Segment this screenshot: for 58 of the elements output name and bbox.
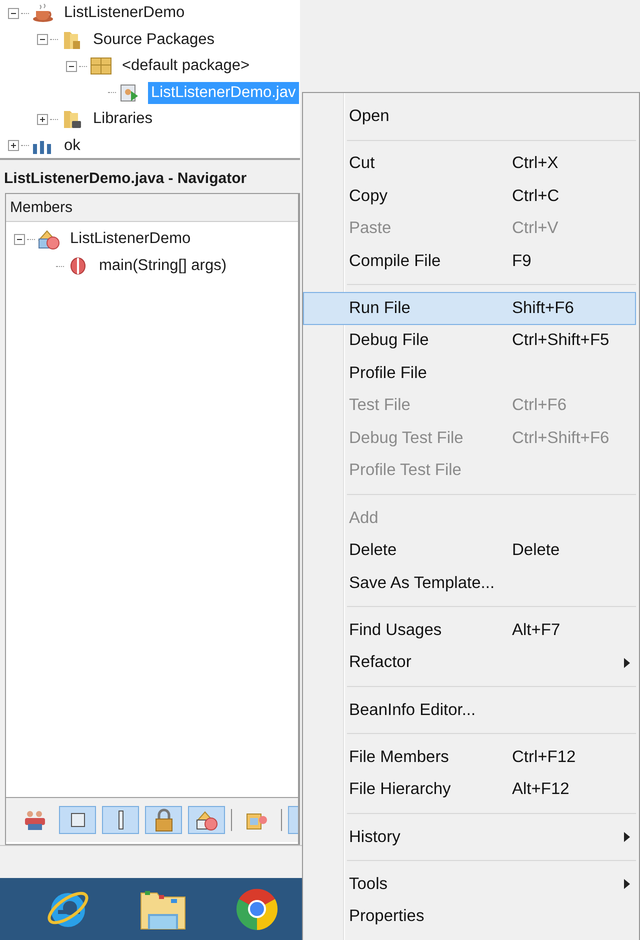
menu-item[interactable]: File Hierarchy Alt+F12 [303,774,636,806]
folder-icon [61,108,83,130]
shortcut-label: Ctrl+X [512,154,558,173]
menu-item[interactable]: Tools [303,868,636,900]
shortcut-label: Ctrl+C [512,186,560,206]
member-item[interactable]: main(String[] args) [96,255,230,278]
menu-item[interactable]: Open [303,100,636,132]
shortcut-label: Ctrl+Shift+F5 [512,331,610,350]
toggle-button[interactable] [188,806,225,834]
menu-item[interactable]: Find Usages Alt+F7 [303,614,636,646]
menu-item[interactable]: Save As Template... [303,566,636,600]
menu-item[interactable]: Cut Ctrl+X [303,147,636,180]
shortcut-label: Ctrl+F12 [512,748,576,767]
collapse-icon[interactable] [14,234,25,245]
coffee-cup-icon [32,3,54,24]
toggle-button[interactable] [102,806,139,834]
tree-item[interactable]: <default package> [119,55,253,78]
expand-icon[interactable] [8,140,19,152]
tree-item[interactable]: Source Packages [90,28,218,51]
ring-icon[interactable] [234,886,280,932]
tree-item[interactable]: ListListenerDemo [61,2,188,24]
collapse-icon[interactable] [8,8,19,19]
shortcut-label: Ctrl+F6 [512,396,567,416]
menu-item[interactable]: Refactor [303,646,636,679]
shortcut-label: F9 [512,252,532,270]
shortcut-label: Ctrl+Shift+F6 [512,428,610,448]
toggle-button[interactable] [145,806,182,834]
bar-icon [118,810,124,830]
shortcut-label: Alt+F7 [512,620,560,640]
shortcut-label: Shift+F6 [512,298,574,318]
collapse-icon[interactable] [37,34,48,46]
column-header: Members [6,194,298,222]
tree-item[interactable]: ok [61,134,84,157]
shortcut-label: Ctrl+V [512,219,558,238]
menu-item[interactable]: BeanInfo Editor... [303,694,636,726]
menu-item[interactable]: Profile File [303,357,636,390]
shapes-icon [194,809,218,832]
shapes-icon [37,228,61,250]
package-icon [90,56,112,76]
menu-item[interactable]: Run File Shift+F6 [303,292,636,324]
people-icon [22,809,46,832]
tree-item[interactable]: Libraries [90,108,156,130]
menu-item[interactable]: History [303,820,636,854]
expand-icon[interactable] [37,114,48,125]
member-item[interactable]: ListListenerDemo [67,228,194,250]
menu-item[interactable]: Compile File F9 [303,244,636,278]
collapse-icon[interactable] [66,60,77,72]
method-icon [68,256,88,276]
menu-item[interactable]: Delete Delete [303,534,636,567]
menu-item[interactable]: File Members Ctrl+F12 [303,741,636,774]
panel-title: ListListenerDemo.java - Navigator [3,168,248,189]
square-icon [70,812,86,828]
lock-icon [152,808,174,832]
toggle-button[interactable] [59,806,96,834]
shortcut-label: Delete [512,541,560,560]
menu-item[interactable]: Debug File Ctrl+Shift+F5 [303,324,636,357]
shortcut-label: Alt+F12 [512,780,570,800]
menu-item[interactable]: Copy Ctrl+C [303,180,636,212]
